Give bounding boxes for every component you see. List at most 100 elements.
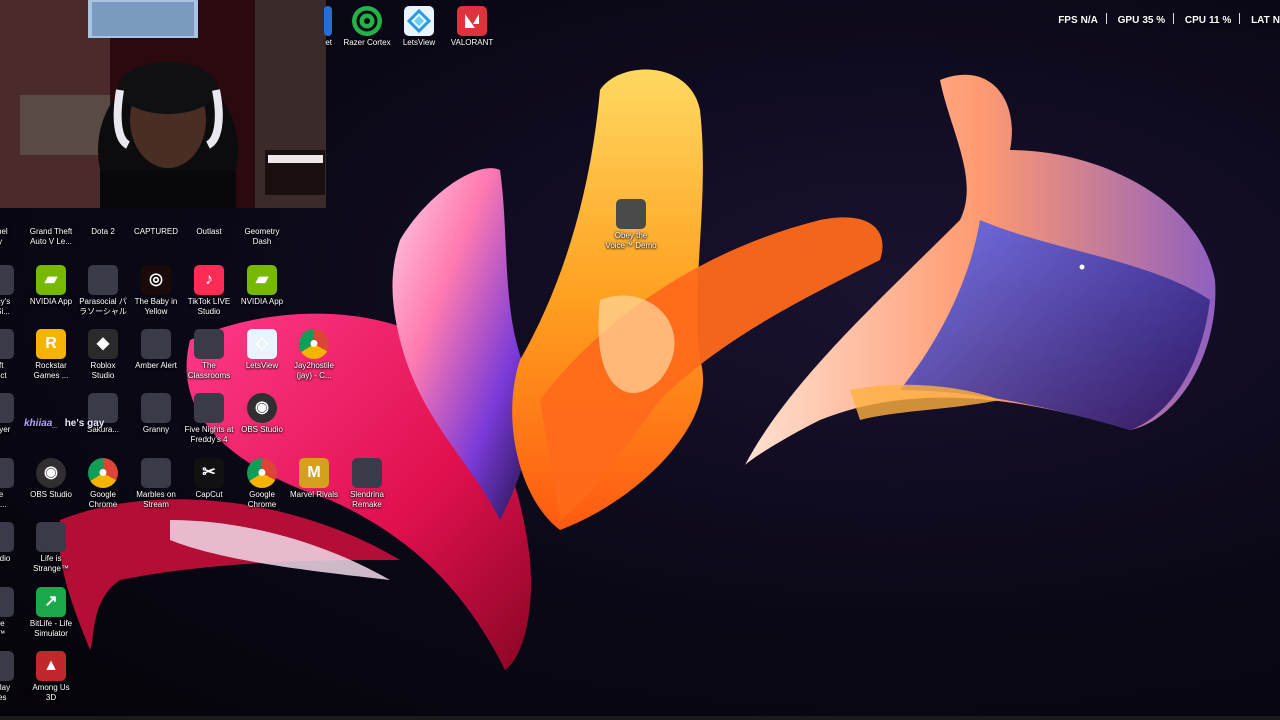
desktop-icon[interactable]: ce lat... [0,458,26,510]
capcut-icon: ✂ [194,458,224,488]
cpu-metric: CPU 11 % [1184,15,1232,26]
desktop-icon[interactable]: ◉ OBS Studio [24,458,78,500]
desktop-icon-label: Slendrina Remake [350,490,384,509]
desktop-icon[interactable]: ♪ TikTok LIVE Studio [182,265,236,317]
desktop-icon-label: LetsView [245,361,279,370]
rockstar-icon: R [36,329,66,359]
desktop-icon[interactable]: ● Jay2hostile (jay) - C... [287,329,341,381]
desktop-icon[interactable]: ↗ BitLife - Life Simulator [24,587,78,639]
desktop-icon[interactable]: Amber Alert [129,329,183,371]
desktop-icon-label: Jay2hostile (jay) - C... [293,361,335,380]
desktop-icon-label: Among Us 3D [32,683,70,702]
desktop-icon[interactable]: ◆ Roblox Studio [76,329,130,381]
tiktok-live-icon: ♪ [194,265,224,295]
desktop-icon-label: Roblox Studio [90,361,116,380]
desktop-icon[interactable]: Dota 2 [76,205,130,237]
obs-studio-icon: ◉ [36,458,66,488]
game-thumbnail-icon [616,199,646,229]
desktop-icon-label: Rockstar Games ... [33,361,69,380]
desktop-icon-razer-cortex[interactable]: Razer Cortex [340,6,394,48]
desktop-icon[interactable]: R Rockstar Games ... [24,329,78,381]
roblox-icon: ◆ [88,329,118,359]
webcam-overlay [0,0,326,208]
desktop-icon[interactable]: amel ty [0,205,26,247]
desktop-icon[interactable]: Marbles on Stream [129,458,183,510]
letsview-icon [404,6,434,36]
app-icon [0,458,14,488]
jay2hostile-icon: ● [299,329,329,359]
desktop-icon-label: NVIDIA App [240,297,284,306]
desktop-icon[interactable]: Life is Strange™ [24,522,78,574]
desktop-icon-label: Amber Alert [135,361,177,370]
desktop-icon-label: oft nect [0,361,7,380]
gpu-metric: GPU 35 % [1117,15,1166,26]
desktop-icon-label: TikTok LIVE Studio [187,297,231,316]
desktop-icon[interactable]: ◉ OBS Studio [235,393,289,435]
desktop-icon[interactable]: M Marvel Rivals [287,458,341,500]
desktop-icon[interactable]: Outlast [182,205,236,237]
app-icon [0,329,14,359]
desktop-icon[interactable]: Slendrina Remake [340,458,394,510]
app-icon [141,458,171,488]
lat-metric: LAT N [1251,15,1280,26]
desktop-icon-label: Granny [142,425,170,434]
desktop-icon[interactable]: ● Google Chrome [235,458,289,510]
desktop-icon[interactable]: ▰ NVIDIA App [235,265,289,307]
desktop-icon[interactable]: Granny [129,393,183,435]
app-icon [194,329,224,359]
desktop-icon[interactable]: Five Nights at Freddy's 4 [182,393,236,445]
desktop-icon-label: Studio [0,554,11,563]
desktop-icon[interactable]: ◎ The Baby in Yellow [129,265,183,317]
desktop-icon-label: Life is Strange™ [32,554,70,573]
desktop-icon-label: Marbles on Stream [136,490,176,509]
desktop-icon-label: Marvel Rivals [289,490,338,499]
desktop-icon[interactable]: Studio [0,522,26,564]
desktop-icon[interactable]: Grand Theft Auto V Le... [24,205,78,247]
desktop-icon[interactable]: The Classrooms [182,329,236,381]
desktop-icon-label: CapCut [195,490,223,499]
the-baby-in-icon: ◎ [141,265,171,295]
app-icon [0,393,14,423]
desktop-icon-letsview[interactable]: LetsView [392,6,446,48]
desktop-icon[interactable]: ✂ CapCut [182,458,236,500]
desktop-icon-label: Grand Theft Auto V Le... [29,227,73,246]
desktop-icon-label: OBS Studio [241,425,283,434]
desktop-icon[interactable]: Player [0,393,26,435]
desktop-icon-valorant[interactable]: VALORANT [445,6,499,48]
desktop-icon-label: the e™ [0,619,6,638]
desktop-icon[interactable]: ▲ Among Us 3D [24,651,78,703]
valorant-icon [457,6,487,36]
app-icon [0,265,14,295]
app-icon [88,265,118,295]
google-icon: ● [247,458,277,488]
app-icon [0,522,14,552]
desktop-icon[interactable]: ancy's w Si... [0,265,26,317]
desktop-icon[interactable]: Parasocial パ ラソーシャル [76,265,130,317]
desktop-icon[interactable]: ● Google Chrome [76,458,130,510]
app-icon [194,393,224,423]
desktop-icon[interactable]: ▰ NVIDIA App [24,265,78,307]
chat-message: he's gay [64,418,105,429]
desktop-icon-label: Outlast [196,227,222,236]
desktop-icon-label: NVIDIA App [29,297,73,306]
desktop-icon-partial[interactable]: et [300,6,332,48]
desktop-icon[interactable]: e Play mes [0,651,26,703]
app-icon [141,393,171,423]
desktop[interactable]: et Razer Cortex LetsView VALORANT FPS N/A… [0,0,1280,720]
desktop-icon[interactable]: oft nect [0,329,26,381]
app-icon [36,522,66,552]
desktop-icon-label: The Baby in Yellow [134,297,178,316]
metric-divider [1239,13,1241,24]
app-icon [324,6,332,36]
desktop-icon[interactable]: the e™ [0,587,26,639]
fps-metric: FPS N/A [1058,15,1098,26]
desktop-icon[interactable]: CAPTURED [129,205,183,237]
desktop-icon[interactable]: Geometry Dash [235,205,289,247]
desktop-icon-label: Google Chrome [88,490,118,509]
desktop-icon[interactable]: ◇ LetsView [235,329,289,371]
desktop-icon-label: Player [0,425,11,434]
desktop-icon-label: Geometry Dash [244,227,280,246]
desktop-icon-label: Parasocial パ ラソーシャル [79,297,127,316]
desktop-icon-obey-the-voice[interactable]: Obey the Voice™ Demo [604,199,658,251]
google-icon: ● [88,458,118,488]
